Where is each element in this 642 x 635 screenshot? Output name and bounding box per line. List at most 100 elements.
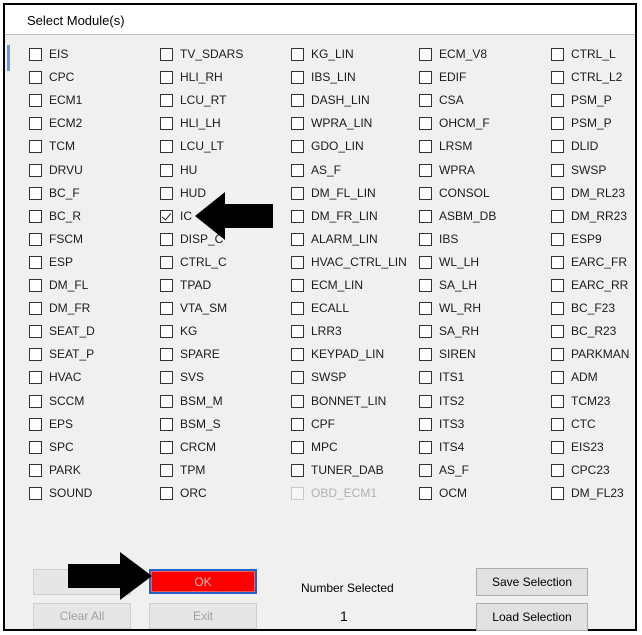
module-checkbox-cpc[interactable]: CPC (29, 68, 74, 86)
checkbox-box[interactable] (29, 417, 42, 431)
checkbox-box[interactable] (419, 324, 432, 338)
module-checkbox-dm-fl[interactable]: DM_FL (29, 276, 88, 294)
checkbox-box[interactable] (291, 301, 304, 315)
checkbox-box[interactable] (419, 440, 432, 454)
checkbox-box[interactable] (291, 163, 304, 177)
module-checkbox-seat-d[interactable]: SEAT_D (29, 322, 95, 340)
module-checkbox-tcm[interactable]: TCM (29, 137, 75, 155)
module-checkbox-tpad[interactable]: TPAD (160, 276, 211, 294)
module-checkbox-its1[interactable]: ITS1 (419, 368, 464, 386)
module-checkbox-hvac-ctrl-lin[interactable]: HVAC_CTRL_LIN (291, 253, 407, 271)
checkbox-box[interactable] (29, 209, 42, 223)
checkbox-box[interactable] (551, 324, 564, 338)
checkbox-box[interactable] (551, 301, 564, 315)
checkbox-box[interactable] (291, 186, 304, 200)
checkbox-box[interactable] (29, 440, 42, 454)
module-checkbox-wl-rh[interactable]: WL_RH (419, 299, 481, 317)
checkbox-box[interactable] (551, 209, 564, 223)
checkbox-box[interactable] (160, 163, 173, 177)
checkbox-box[interactable] (419, 347, 432, 361)
load-selection-button[interactable]: Load Selection (476, 603, 588, 631)
checkbox-box[interactable] (29, 93, 42, 107)
module-checkbox-sound[interactable]: SOUND (29, 484, 92, 502)
checkbox-box[interactable] (160, 70, 173, 84)
checkbox-box[interactable] (29, 301, 42, 315)
checkbox-box[interactable] (551, 163, 564, 177)
checkbox-box[interactable] (291, 47, 304, 61)
module-checkbox-dm-fl-lin[interactable]: DM_FL_LIN (291, 184, 376, 202)
module-checkbox-dm-fr-lin[interactable]: DM_FR_LIN (291, 207, 378, 225)
module-checkbox-earc-rr[interactable]: EARC_RR (551, 276, 628, 294)
module-checkbox-kg-lin[interactable]: KG_LIN (291, 45, 354, 63)
module-checkbox-eis[interactable]: EIS (29, 45, 68, 63)
checkbox-box[interactable] (551, 486, 564, 500)
checkbox-box[interactable] (29, 347, 42, 361)
checkbox-box[interactable] (160, 47, 173, 61)
checkbox-box[interactable] (29, 139, 42, 153)
checkbox-box[interactable] (419, 255, 432, 269)
module-checkbox-lrr3[interactable]: LRR3 (291, 322, 342, 340)
checkbox-box[interactable] (291, 232, 304, 246)
module-checkbox-spare[interactable]: SPARE (160, 345, 220, 363)
checkbox-box[interactable] (291, 324, 304, 338)
checkbox-box[interactable] (419, 139, 432, 153)
module-checkbox-bonnet-lin[interactable]: BONNET_LIN (291, 392, 386, 410)
module-checkbox-dm-rl23[interactable]: DM_RL23 (551, 184, 625, 202)
checkbox-box[interactable] (160, 370, 173, 384)
clear-all-button[interactable]: Clear All (33, 603, 131, 629)
module-checkbox-kg[interactable]: KG (160, 322, 197, 340)
checkbox-box[interactable] (291, 70, 304, 84)
module-checkbox-psm-p[interactable]: PSM_P (551, 114, 612, 132)
checkbox-box[interactable] (291, 116, 304, 130)
module-checkbox-bc-r23[interactable]: BC_R23 (551, 322, 616, 340)
checkbox-box[interactable] (160, 347, 173, 361)
checkbox-box[interactable] (29, 116, 42, 130)
checkbox-box[interactable] (551, 370, 564, 384)
module-checkbox-bc-r[interactable]: BC_R (29, 207, 81, 225)
checkbox-box[interactable] (160, 209, 173, 223)
module-checkbox-asbm-db[interactable]: ASBM_DB (419, 207, 496, 225)
module-checkbox-ohcm-f[interactable]: OHCM_F (419, 114, 490, 132)
checkbox-box[interactable] (419, 301, 432, 315)
checkbox-box[interactable] (551, 232, 564, 246)
module-checkbox-cpc23[interactable]: CPC23 (551, 461, 610, 479)
checkbox-box[interactable] (551, 463, 564, 477)
module-checkbox-dm-rr23[interactable]: DM_RR23 (551, 207, 627, 225)
module-checkbox-park[interactable]: PARK (29, 461, 81, 479)
checkbox-box[interactable] (551, 186, 564, 200)
checkbox-box[interactable] (551, 255, 564, 269)
checkbox-box[interactable] (419, 370, 432, 384)
module-checkbox-eps[interactable]: EPS (29, 415, 73, 433)
module-checkbox-cpf[interactable]: CPF (291, 415, 335, 433)
module-checkbox-consol[interactable]: CONSOL (419, 184, 490, 202)
module-checkbox-alarm-lin[interactable]: ALARM_LIN (291, 230, 378, 248)
checkbox-box[interactable] (419, 93, 432, 107)
checkbox-box[interactable] (419, 116, 432, 130)
checkbox-box[interactable] (551, 70, 564, 84)
checkbox-box[interactable] (29, 232, 42, 246)
checkbox-box[interactable] (160, 232, 173, 246)
checkbox-box[interactable] (29, 163, 42, 177)
checkbox-box[interactable] (291, 370, 304, 384)
checkbox-box[interactable] (160, 486, 173, 500)
checkbox-box[interactable] (29, 463, 42, 477)
checkbox-box[interactable] (160, 301, 173, 315)
module-checkbox-ecm1[interactable]: ECM1 (29, 91, 82, 109)
module-checkbox-hvac[interactable]: HVAC (29, 368, 81, 386)
checkbox-box[interactable] (29, 186, 42, 200)
module-checkbox-ctrl-c[interactable]: CTRL_C (160, 253, 227, 271)
module-checkbox-ecm-v8[interactable]: ECM_V8 (419, 45, 487, 63)
checkbox-box[interactable] (419, 278, 432, 292)
checkbox-box[interactable] (160, 255, 173, 269)
checkbox-box[interactable] (551, 93, 564, 107)
checkbox-box[interactable] (160, 139, 173, 153)
checkbox-box[interactable] (419, 463, 432, 477)
checkbox-box[interactable] (160, 116, 173, 130)
checkbox-box[interactable] (419, 417, 432, 431)
checkbox-box[interactable] (551, 417, 564, 431)
module-checkbox-seat-p[interactable]: SEAT_P (29, 345, 94, 363)
save-selection-button[interactable]: Save Selection (476, 568, 588, 596)
module-checkbox-lcu-lt[interactable]: LCU_LT (160, 137, 224, 155)
module-checkbox-as-f[interactable]: AS_F (291, 161, 341, 179)
checkbox-box[interactable] (291, 417, 304, 431)
